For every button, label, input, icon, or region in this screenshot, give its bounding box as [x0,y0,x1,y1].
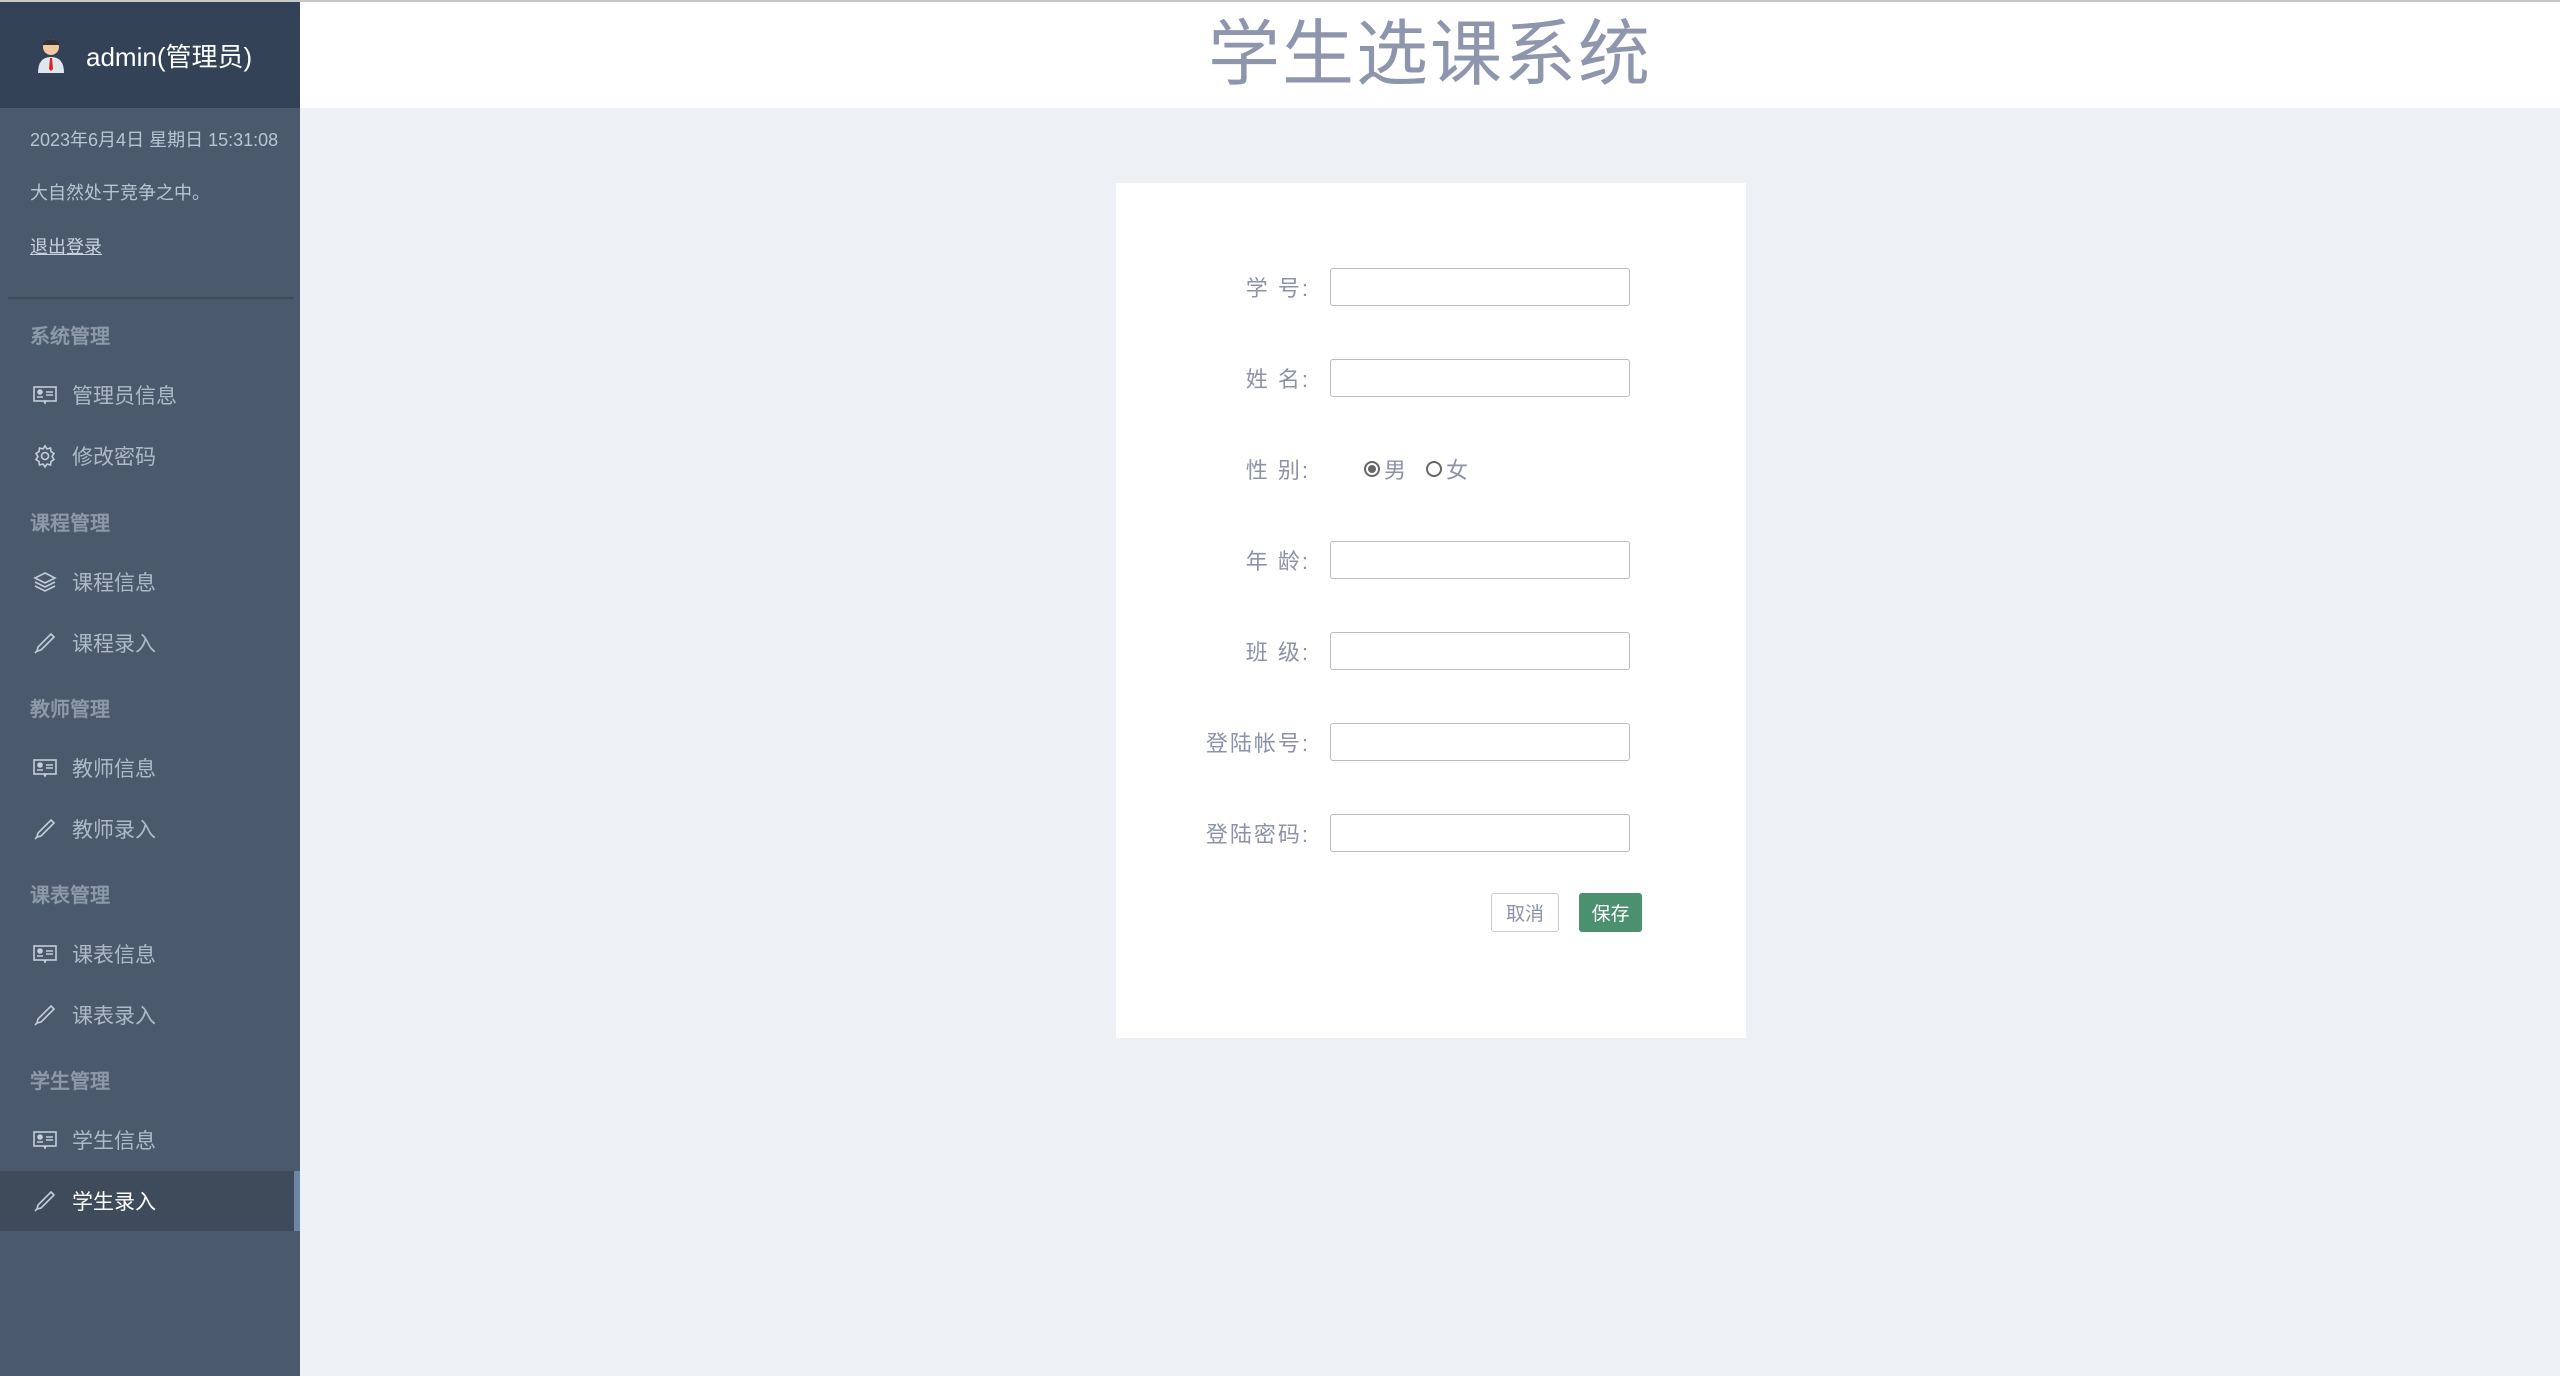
password-label: 登陆密码: [1116,817,1324,849]
account-label: 登陆帐号: [1116,726,1324,758]
name-label: 姓 名: [1116,362,1324,394]
pen-icon [32,630,58,656]
gender-radio-female[interactable]: 女 [1426,453,1468,485]
datetime: 2023年6月4日 星期日 15:31:08 [0,126,278,152]
sidebar-item[interactable]: 课表录入 [0,985,300,1045]
sidebar-item-label: 管理员信息 [72,380,177,410]
sidebar-item-label: 学生信息 [72,1125,156,1155]
sidebar-item[interactable]: 学生信息 [0,1110,300,1170]
menu-group-heading: 课表管理 [30,879,110,908]
logout-link[interactable]: 退出登录 [30,237,102,257]
menu-group-heading: 学生管理 [30,1065,110,1094]
sidebar-item-label: 课程信息 [72,567,156,597]
pen-icon [32,1188,58,1214]
radio-checked-icon[interactable] [1364,461,1380,477]
pen-icon [32,816,58,842]
name-input[interactable] [1330,359,1630,397]
id-card-icon [32,941,58,967]
age-input[interactable] [1330,541,1630,579]
sidebar-item[interactable]: 修改密码 [0,426,300,486]
sidebar-item[interactable]: 课程信息 [0,552,300,612]
id-card-icon [32,382,58,408]
radio-unchecked-icon[interactable] [1426,461,1442,477]
avatar-icon [36,37,66,73]
sidebar-item[interactable]: 教师录入 [0,799,300,859]
divider [8,297,294,299]
class-input[interactable] [1330,632,1630,670]
student-id-input[interactable] [1330,268,1630,306]
id-card-icon [32,755,58,781]
id-card-icon [32,1127,58,1153]
user-name: admin(管理员) [86,37,252,74]
sidebar: admin(管理员) 2023年6月4日 星期日 15:31:08 大自然处于竞… [0,2,300,1376]
menu-group-heading: 课程管理 [30,507,110,536]
layers-icon [32,569,58,595]
radio-label: 男 [1384,453,1406,485]
sidebar-item[interactable]: 教师信息 [0,738,300,798]
menu-group-heading: 教师管理 [30,693,110,722]
password-input[interactable] [1330,814,1630,852]
save-button[interactable]: 保存 [1579,893,1642,932]
account-input[interactable] [1330,723,1630,761]
sidebar-item-label: 学生录入 [72,1186,156,1216]
pen-icon [32,1002,58,1028]
gear-icon [32,443,58,469]
page-title: 学生选课系统 [300,2,2560,108]
cancel-button[interactable]: 取消 [1491,893,1559,932]
student-id-label: 学 号: [1116,271,1324,303]
sidebar-item[interactable]: 学生录入 [0,1171,300,1231]
sidebar-item[interactable]: 课程录入 [0,613,300,673]
menu-group-heading: 系统管理 [30,320,110,349]
sidebar-item-label: 修改密码 [72,441,156,471]
gender-radio-male[interactable]: 男 [1364,453,1406,485]
user-header: admin(管理员) [0,2,300,108]
radio-label: 女 [1446,453,1468,485]
student-form: 学 号: 姓 名: 性 别: 男 女 年 龄: 班 级: 登陆帐号: 登陆密码:… [1116,183,1746,1038]
sidebar-item[interactable]: 课表信息 [0,924,300,984]
top-header: 学生选课系统 [300,2,2560,108]
motto: 大自然处于竞争之中。 [0,179,210,205]
class-label: 班 级: [1116,635,1324,667]
age-label: 年 龄: [1116,544,1324,576]
gender-label: 性 别: [1116,453,1324,485]
sidebar-item-label: 课表信息 [72,939,156,969]
sidebar-item[interactable]: 管理员信息 [0,365,300,425]
sidebar-item-label: 教师信息 [72,753,156,783]
sidebar-item-label: 教师录入 [72,814,156,844]
sidebar-item-label: 课程录入 [72,628,156,658]
sidebar-item-label: 课表录入 [72,1000,156,1030]
